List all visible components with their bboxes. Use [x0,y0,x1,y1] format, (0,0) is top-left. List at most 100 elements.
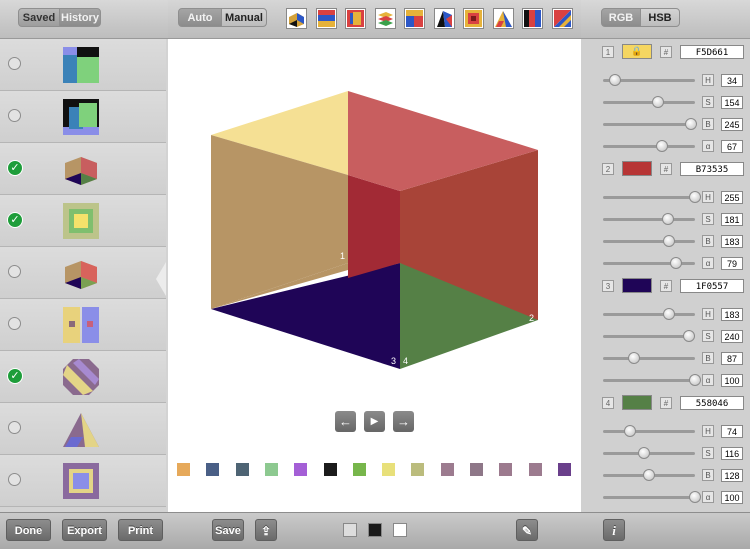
bars-preset-icon[interactable] [522,8,543,29]
hex-input[interactable]: F5D661 [680,45,744,59]
share-icon[interactable]: ⇪ [255,519,277,541]
tab-rgb[interactable]: RGB [601,8,641,27]
slider-knob[interactable] [669,257,682,269]
channel-slider[interactable] [603,101,695,104]
slider-knob[interactable] [685,118,698,130]
color-swatch[interactable] [622,278,652,293]
channel-slider[interactable] [603,145,695,148]
print-button[interactable]: Print [118,519,163,541]
export-button[interactable]: Export [62,519,107,541]
stripes-preset-icon[interactable] [315,8,337,29]
channel-value-input[interactable]: 67 [721,140,743,153]
palette-swatch[interactable] [352,463,366,476]
channel-value-input[interactable]: 100 [721,491,743,504]
info-icon[interactable]: i [603,519,625,541]
tab-hsb[interactable]: HSB [640,8,680,27]
checkmark-icon[interactable]: ✓ [7,212,23,228]
slider-knob[interactable] [608,74,621,86]
done-button[interactable]: Done [6,519,51,541]
channel-value-input[interactable]: 116 [721,447,743,460]
palette-swatch[interactable] [264,463,278,476]
slider-knob[interactable] [663,235,676,247]
radio-empty-icon[interactable] [8,109,21,122]
palette-thumbnail[interactable] [61,357,101,397]
channel-slider[interactable] [603,335,695,338]
nested-squares-preset-icon[interactable] [345,8,366,29]
triangle-preset-icon[interactable] [492,8,514,29]
saved-list-item[interactable]: ✓ [0,195,166,247]
radio-empty-icon[interactable] [8,265,21,278]
palette-thumbnail[interactable] [61,253,101,293]
channel-value-input[interactable]: 240 [721,330,743,343]
slider-knob[interactable] [638,447,651,459]
slider-knob[interactable] [683,330,696,342]
diagonal-preset-icon[interactable] [551,8,573,29]
saved-list-item[interactable]: ✓ [0,143,166,195]
palette-thumbnail[interactable] [61,305,101,345]
color-swatch[interactable]: 🔒 [622,44,652,59]
fold-preset-icon[interactable] [433,8,455,29]
slider-knob[interactable] [689,191,701,203]
saved-list-item[interactable] [0,299,166,351]
channel-slider[interactable] [603,357,695,360]
slider-knob[interactable] [662,213,675,225]
radio-empty-icon[interactable] [8,317,21,330]
channel-slider[interactable] [603,196,695,199]
next-button[interactable]: → [393,411,414,432]
channel-slider[interactable] [603,313,695,316]
palette-thumbnail[interactable] [61,149,101,189]
saved-list-item[interactable] [0,455,166,507]
palette-swatch[interactable] [557,463,571,476]
prev-button[interactable]: ← [335,411,356,432]
palette-swatch[interactable] [206,463,220,476]
slider-knob[interactable] [689,491,701,503]
tab-saved[interactable]: Saved [18,8,60,27]
palette-thumbnail[interactable] [61,201,101,241]
bg-white-option[interactable] [393,523,407,537]
blocks-preset-icon[interactable] [404,8,425,29]
palette-thumbnail[interactable] [61,461,101,501]
channel-value-input[interactable]: 34 [721,74,743,87]
palette-swatch[interactable] [382,463,396,476]
color-swatch[interactable] [622,395,652,410]
palette-swatch[interactable] [177,463,190,476]
layers-preset-icon[interactable] [374,8,396,29]
slider-knob[interactable] [643,469,655,481]
channel-value-input[interactable]: 181 [721,213,743,226]
saved-list-item[interactable]: ✓ [0,351,166,403]
slider-knob[interactable] [652,96,665,108]
palette-swatch[interactable] [294,463,308,476]
channel-value-input[interactable]: 74 [721,425,743,438]
checkmark-icon[interactable]: ✓ [7,368,23,384]
palette-thumbnail[interactable] [61,45,101,85]
channel-value-input[interactable]: 100 [721,374,743,387]
saved-list-item[interactable] [0,403,166,455]
cube-preset-icon[interactable] [286,8,307,29]
slider-knob[interactable] [689,374,701,386]
tab-history[interactable]: History [59,8,101,27]
frame-preset-icon[interactable] [463,8,484,29]
channel-slider[interactable] [603,496,695,499]
slider-knob[interactable] [623,425,636,437]
channel-slider[interactable] [603,379,695,382]
radio-empty-icon[interactable] [8,473,21,486]
channel-value-input[interactable]: 183 [721,308,743,321]
channel-slider[interactable] [603,218,695,221]
channel-value-input[interactable]: 87 [721,352,743,365]
channel-value-input[interactable]: 183 [721,235,743,248]
slider-knob[interactable] [628,352,641,364]
palette-swatch[interactable] [440,463,454,476]
color-swatch[interactable] [622,161,652,176]
hex-input[interactable]: 1F0557 [680,279,744,293]
bg-dark-option[interactable] [368,523,382,537]
bg-light-option[interactable] [343,523,357,537]
palette-thumbnail[interactable] [61,97,101,137]
mode-manual[interactable]: Manual [221,8,267,27]
channel-value-input[interactable]: 154 [721,96,743,109]
channel-value-input[interactable]: 79 [721,257,743,270]
palette-swatch[interactable] [528,463,542,476]
play-button[interactable]: ▶ [364,411,385,432]
saved-list-item[interactable] [0,39,166,91]
radio-empty-icon[interactable] [8,57,21,70]
radio-empty-icon[interactable] [8,421,21,434]
